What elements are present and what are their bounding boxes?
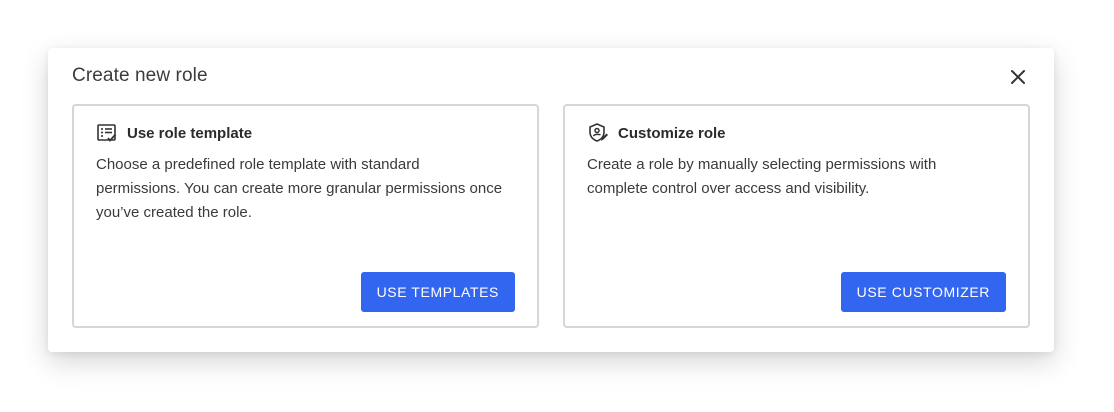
shield-edit-icon [587, 122, 609, 144]
customize-role-card: Customize role Create a role by manually… [563, 104, 1030, 328]
card-title: Use role template [127, 124, 253, 142]
card-header: Use role template [96, 122, 252, 144]
dialog-title: Create new role [72, 65, 208, 86]
card-title: Customize role [618, 124, 726, 142]
card-description: Create a role by manually selecting perm… [587, 156, 937, 197]
use-customizer-button[interactable]: USE CUSTOMIZER [840, 272, 1006, 312]
card-description: Choose a predefined role template with s… [96, 156, 503, 221]
use-templates-button[interactable]: USE TEMPLATES [360, 272, 515, 312]
close-button[interactable] [1008, 67, 1028, 87]
create-role-dialog: Create new role Use role template Choose… [48, 48, 1054, 352]
card-header: Customize role [587, 122, 726, 144]
role-template-card: Use role template Choose a predefined ro… [72, 104, 539, 328]
list-check-icon [96, 122, 118, 144]
close-icon [1011, 70, 1025, 84]
